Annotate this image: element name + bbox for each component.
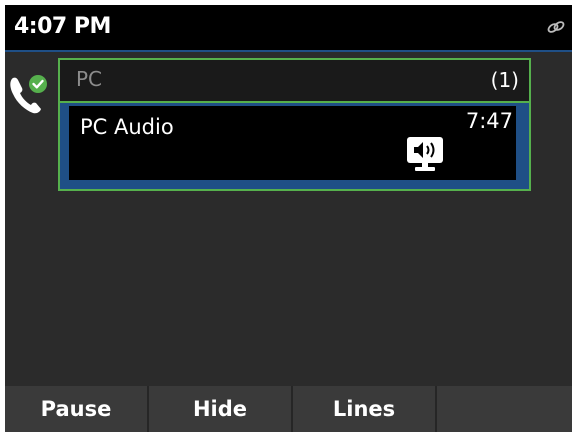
call-header[interactable]: PC (1) [60,60,529,103]
call-count: (1) [490,68,519,92]
softkey-lines[interactable]: Lines [293,386,437,432]
phone-handset-with-check-icon[interactable] [7,72,49,118]
call-appearance[interactable]: PC (1) PC Audio 7:47 [58,58,531,191]
softkey-pause[interactable]: Pause [5,386,149,432]
softkey-bar: Pause Hide Lines [5,386,572,432]
status-bar: 4:07 PM [5,5,572,52]
speaker-display-icon [407,137,443,171]
active-call[interactable]: PC Audio 7:47 [69,106,516,180]
phone-screen: 4:07 PM PC (1) PC Audio 7:47 Pause Hide … [5,5,572,432]
call-title: PC Audio [80,115,174,139]
link-icon [547,21,565,33]
softkey-hide[interactable]: Hide [149,386,293,432]
call-line-name: PC [76,67,103,91]
status-time: 4:07 PM [14,14,111,39]
softkey-empty[interactable] [437,386,572,432]
call-duration: 7:47 [465,109,513,133]
